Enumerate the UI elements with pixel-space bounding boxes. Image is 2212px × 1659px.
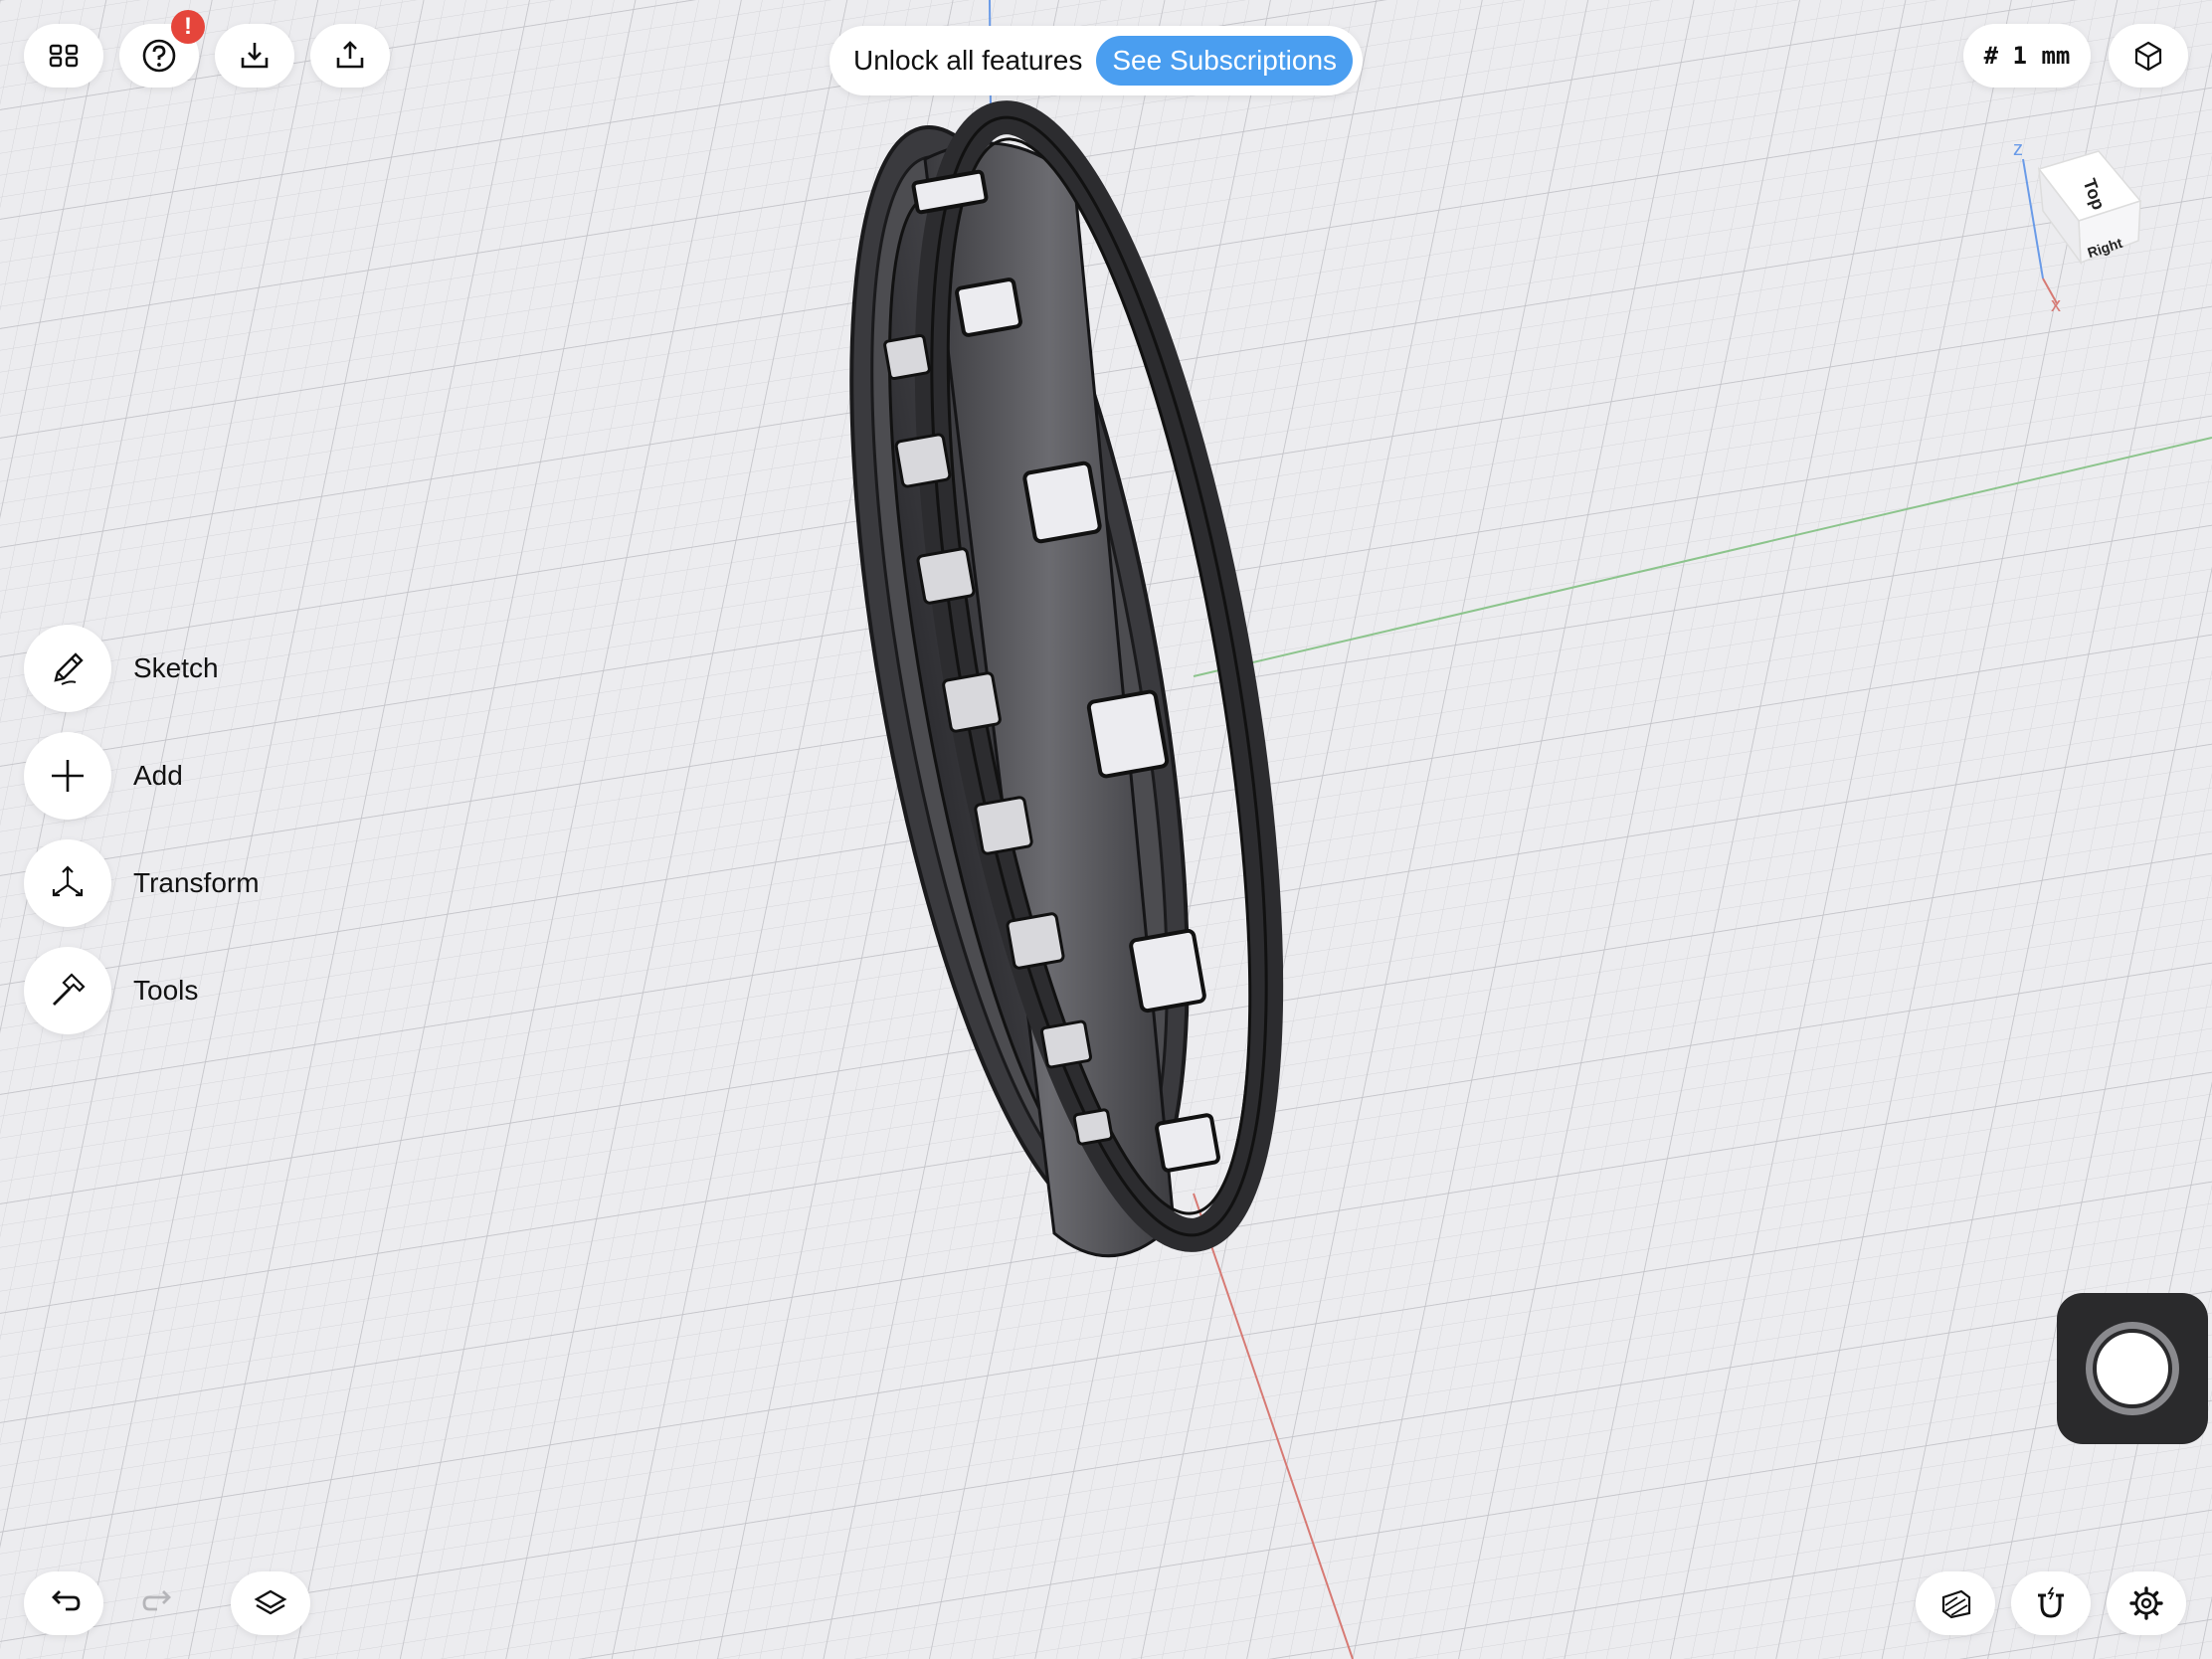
record-icon xyxy=(2093,1329,2172,1408)
gear-icon xyxy=(2129,1586,2163,1620)
magnet-icon xyxy=(2038,1586,2064,1618)
redo-button[interactable] xyxy=(119,1571,199,1635)
3d-viewport[interactable] xyxy=(0,0,2212,1659)
sketch-label: Sketch xyxy=(133,652,219,683)
tools-menu-item[interactable]: Tools xyxy=(24,947,198,1034)
add-label: Add xyxy=(133,760,183,791)
layers-icon xyxy=(254,1589,287,1615)
add-button[interactable] xyxy=(24,732,111,820)
import-button[interactable] xyxy=(215,24,294,88)
undo-icon xyxy=(52,1590,81,1611)
tools-label: Tools xyxy=(133,975,199,1006)
settings-button[interactable] xyxy=(2107,1571,2186,1635)
move-arrows-icon xyxy=(52,865,84,897)
grid-menu-icon xyxy=(49,44,79,68)
cube-icon xyxy=(2134,41,2162,72)
promo-text: Unlock all features xyxy=(853,45,1083,76)
record-button[interactable] xyxy=(2086,1322,2179,1415)
view-cube[interactable]: z x Top Right xyxy=(1999,129,2158,328)
help-alert-badge: ! xyxy=(171,10,205,44)
undo-button[interactable] xyxy=(24,1571,103,1635)
hammer-icon xyxy=(53,973,86,1006)
z-axis-label: z xyxy=(2013,138,2023,160)
grid-size-button[interactable]: # 1 mm xyxy=(1963,24,2091,88)
snap-button[interactable] xyxy=(2011,1571,2091,1635)
tools-button[interactable] xyxy=(24,947,111,1034)
redo-icon xyxy=(142,1590,171,1611)
transform-button[interactable] xyxy=(24,839,111,927)
layers-button[interactable] xyxy=(231,1571,310,1635)
pencil-icon xyxy=(54,652,84,685)
export-icon xyxy=(336,41,364,69)
help-icon xyxy=(142,39,176,73)
export-button[interactable] xyxy=(310,24,390,88)
record-panel[interactable] xyxy=(2057,1293,2208,1444)
grid-menu-button[interactable] xyxy=(24,24,103,88)
subscription-banner: Unlock all features See Subscriptions xyxy=(830,26,1364,95)
sketch-menu-item[interactable]: Sketch xyxy=(24,625,219,712)
add-menu-item[interactable]: Add xyxy=(24,732,183,820)
import-icon xyxy=(241,43,269,69)
section-view-icon xyxy=(1941,1589,1971,1619)
view-mode-button[interactable] xyxy=(2109,24,2188,88)
see-subscriptions-button[interactable]: See Subscriptions xyxy=(1096,36,1354,86)
transform-label: Transform xyxy=(133,867,260,898)
x-axis-label: x xyxy=(2051,294,2061,316)
section-view-button[interactable] xyxy=(1916,1571,1995,1635)
transform-menu-item[interactable]: Transform xyxy=(24,839,260,927)
sketch-button[interactable] xyxy=(24,625,111,712)
plus-icon xyxy=(52,760,84,792)
